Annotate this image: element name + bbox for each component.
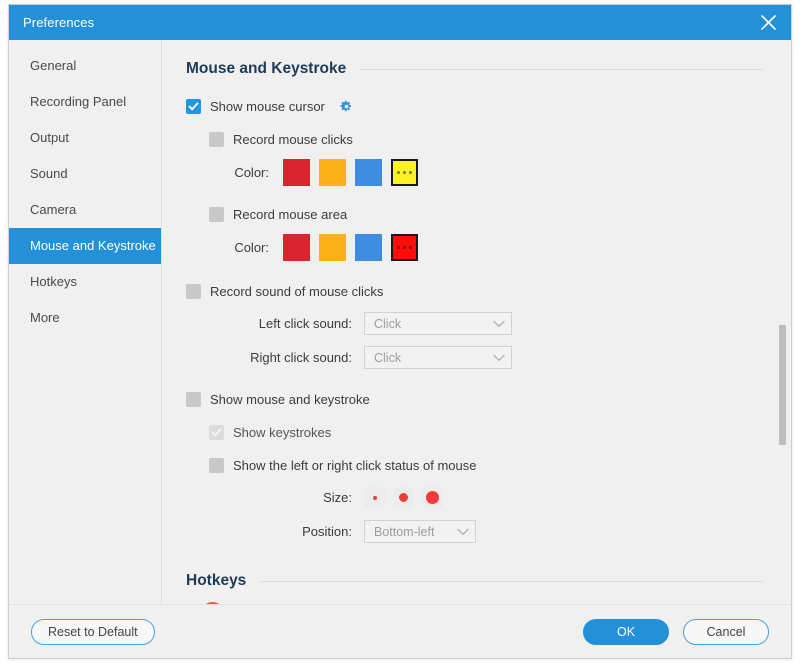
scrollbar-thumb[interactable] [779, 325, 786, 445]
area-color-row: Color: [209, 234, 791, 261]
sidebar-item-sound[interactable]: Sound [9, 156, 161, 192]
clicks-color-swatch-custom[interactable] [391, 159, 418, 186]
footer-actions: OK Cancel [583, 618, 769, 645]
chevron-down-icon [493, 351, 505, 365]
right-click-sound-label: Right click sound: [250, 350, 352, 365]
window-body: General Recording Panel Output Sound Cam… [9, 40, 791, 604]
clicks-color-label: Color: [234, 165, 269, 180]
area-color-swatches [283, 234, 418, 261]
left-click-sound-select[interactable]: Click [364, 312, 512, 335]
size-options [364, 487, 443, 508]
record-sound-of-clicks-label: Record sound of mouse clicks [210, 283, 384, 299]
size-option-small[interactable] [364, 487, 385, 508]
right-click-sound-select[interactable]: Click [364, 346, 512, 369]
page-title: Mouse and Keystroke [186, 60, 347, 77]
record-mouse-area-label: Record mouse area [233, 206, 348, 222]
record-mouse-clicks-row: Record mouse clicks [209, 129, 791, 149]
sidebar-item-general[interactable]: General [9, 48, 161, 84]
show-click-status-label: Show the left or right click status of m… [233, 457, 477, 473]
clicks-color-swatches [283, 159, 418, 186]
sidebar-item-hotkeys[interactable]: Hotkeys [9, 264, 161, 300]
sidebar: General Recording Panel Output Sound Cam… [9, 40, 162, 604]
position-label: Position: [302, 524, 352, 539]
dialog-footer: Reset to Default OK Cancel [9, 604, 791, 658]
show-keystrokes-label: Show keystrokes [233, 424, 332, 440]
gear-icon[interactable] [339, 99, 354, 114]
hotkeys-section-header: Hotkeys [186, 568, 763, 590]
ok-button[interactable]: OK [583, 618, 669, 645]
size-option-large[interactable] [422, 487, 443, 508]
show-mouse-and-keystroke-row: Show mouse and keystroke [186, 389, 791, 409]
show-keystrokes-row: Show keystrokes [209, 422, 791, 442]
sidebar-item-more[interactable]: More [9, 300, 161, 336]
record-mouse-clicks-label: Record mouse clicks [233, 131, 353, 147]
show-keystrokes-checkbox[interactable] [209, 424, 224, 440]
settings-content: Mouse and Keystroke Show mouse cursor Re… [162, 40, 791, 604]
show-click-status-row: Show the left or right click status of m… [209, 455, 791, 475]
right-click-sound-row: Right click sound: Click [209, 346, 791, 369]
show-mouse-and-keystroke-checkbox[interactable] [186, 391, 201, 407]
sidebar-item-recording-panel[interactable]: Recording Panel [9, 84, 161, 120]
area-color-swatch-red[interactable] [283, 234, 310, 261]
size-option-medium[interactable] [393, 487, 414, 508]
exclamation-icon: ! [200, 602, 225, 604]
sidebar-item-mouse-and-keystroke[interactable]: Mouse and Keystroke [9, 228, 161, 264]
title-bar: Preferences [9, 5, 791, 40]
preferences-window: Preferences General Recording Panel Outp… [8, 4, 792, 659]
header-divider [260, 580, 763, 582]
settings-scroll-area: Mouse and Keystroke Show mouse cursor Re… [162, 40, 791, 604]
size-row: Size: [209, 487, 791, 508]
left-click-sound-value: Click [374, 316, 402, 331]
reset-to-default-button[interactable]: Reset to Default [31, 618, 155, 645]
show-click-status-checkbox[interactable] [209, 457, 224, 473]
clicks-color-swatch-blue[interactable] [355, 159, 382, 186]
show-mouse-cursor-row: Show mouse cursor [186, 96, 791, 116]
record-sound-of-clicks-checkbox[interactable] [186, 283, 201, 299]
area-color-label: Color: [234, 240, 269, 255]
window-title: Preferences [23, 15, 95, 30]
position-select[interactable]: Bottom-left [364, 520, 476, 543]
chevron-down-icon [457, 525, 469, 539]
header-divider [360, 68, 763, 70]
hotkeys-notice-row: ! You can select hotkeys then enter the … [200, 602, 791, 604]
area-color-swatch-custom[interactable] [391, 234, 418, 261]
clicks-color-swatch-red[interactable] [283, 159, 310, 186]
clicks-color-swatch-orange[interactable] [319, 159, 346, 186]
content-scrollbar[interactable] [777, 40, 788, 604]
sidebar-item-output[interactable]: Output [9, 120, 161, 156]
mouse-section-header: Mouse and Keystroke [186, 56, 763, 78]
left-click-sound-label: Left click sound: [258, 316, 352, 331]
clicks-color-row: Color: [209, 159, 791, 186]
size-label: Size: [323, 490, 352, 505]
sidebar-item-camera[interactable]: Camera [9, 192, 161, 228]
position-row: Position: Bottom-left [209, 520, 791, 543]
show-mouse-and-keystroke-label: Show mouse and keystroke [210, 391, 370, 407]
show-mouse-cursor-checkbox[interactable] [186, 98, 201, 114]
record-mouse-area-row: Record mouse area [209, 204, 791, 224]
cancel-button[interactable]: Cancel [683, 618, 769, 645]
record-mouse-clicks-checkbox[interactable] [209, 131, 224, 147]
close-icon[interactable] [745, 5, 791, 40]
area-color-swatch-orange[interactable] [319, 234, 346, 261]
record-sound-row: Record sound of mouse clicks [186, 281, 791, 301]
area-color-swatch-blue[interactable] [355, 234, 382, 261]
hotkeys-title: Hotkeys [186, 572, 247, 589]
chevron-down-icon [493, 317, 505, 331]
show-mouse-cursor-label: Show mouse cursor [210, 98, 325, 114]
left-click-sound-row: Left click sound: Click [209, 312, 791, 335]
position-value: Bottom-left [374, 524, 435, 539]
right-click-sound-value: Click [374, 350, 402, 365]
record-mouse-area-checkbox[interactable] [209, 206, 224, 222]
